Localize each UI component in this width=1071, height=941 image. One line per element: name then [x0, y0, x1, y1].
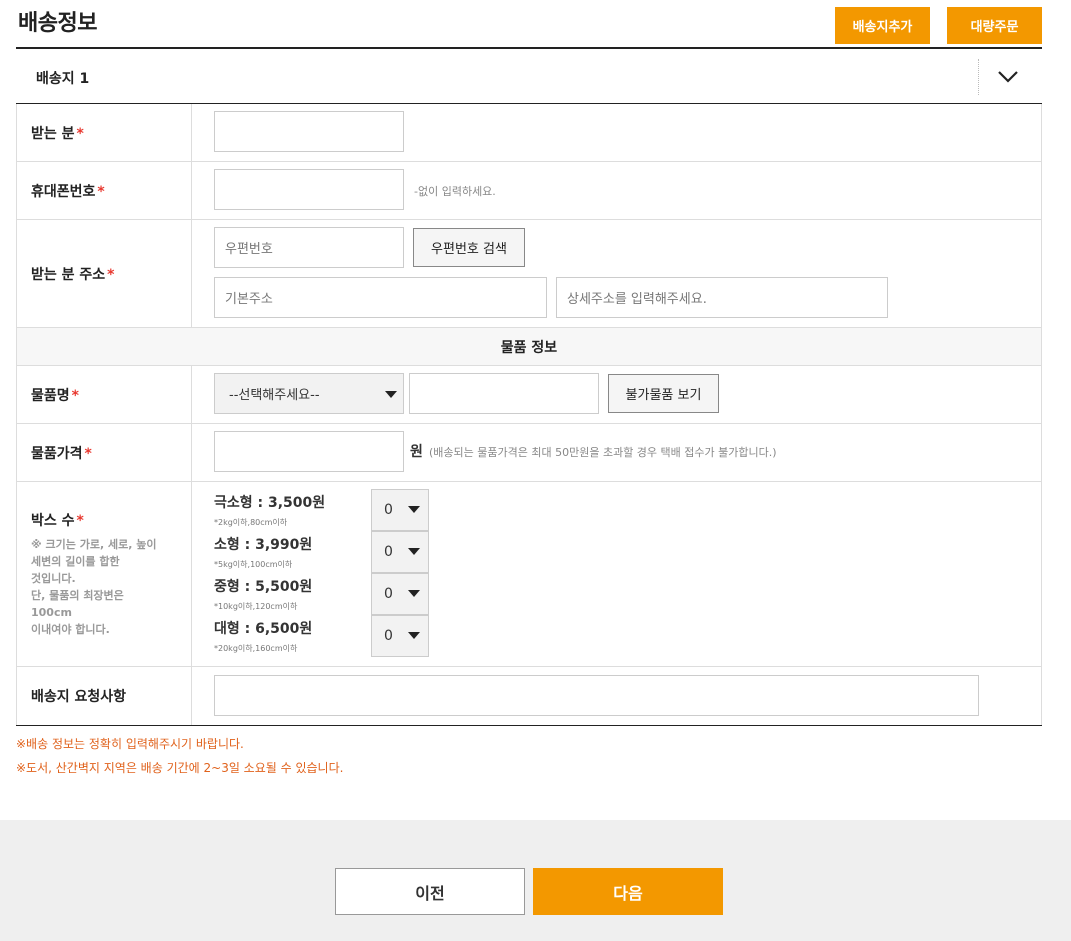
box-size-note: ※ 크기는 가로, 세로, 높이 세변의 길이를 합한 것입니다. 단, 물품의…: [31, 538, 157, 636]
required-mark: *: [76, 125, 84, 142]
base-address-input[interactable]: 기본주소: [214, 277, 547, 318]
box-option-spec: *2kg이하,80cm이하: [214, 518, 288, 527]
required-mark: *: [84, 445, 92, 462]
next-button[interactable]: 다음: [533, 868, 723, 915]
phone-hint: -없이 입력하세요.: [414, 185, 496, 198]
notice-text: ※배송 정보는 정확히 입력해주시기 바랍니다.: [16, 737, 244, 751]
item-name-row: 물품명 * --선택해주세요-- 불가물품 보기: [16, 366, 1042, 424]
dropdown-arrow-icon: [408, 548, 420, 555]
box-quantity-select[interactable]: 0: [371, 573, 429, 615]
request-input[interactable]: [214, 675, 979, 716]
dropdown-arrow-icon: [385, 391, 397, 398]
request-label: 배송지 요청사항: [16, 667, 192, 725]
item-price-input[interactable]: [214, 431, 404, 472]
item-name-label: 물품명 *: [16, 366, 192, 423]
delivery-form: 받는 분 * 휴대폰번호 * -없이 입력하세요. 받는 분 주소 * 우편번호 우편…: [16, 104, 1042, 726]
divider: [978, 59, 979, 95]
item-section-title: 물품 정보: [16, 328, 1042, 366]
prohibited-items-button[interactable]: 불가물품 보기: [608, 374, 719, 413]
box-quantity-select[interactable]: 0: [371, 615, 429, 657]
box-quantity-select[interactable]: 0: [371, 531, 429, 573]
box-count-row: 박스 수 * ※ 크기는 가로, 세로, 높이 세변의 길이를 합한 것입니다. …: [16, 482, 1042, 667]
address-section-bar: 배송지 1: [16, 49, 1042, 104]
box-quantity-select[interactable]: 0: [371, 489, 429, 531]
recipient-label: 받는 분 *: [16, 104, 192, 161]
phone-label: 휴대폰번호 *: [16, 162, 192, 219]
dropdown-arrow-icon: [408, 632, 420, 639]
box-option-title: 대형 : 6,500원: [214, 621, 313, 637]
item-name-input[interactable]: [409, 373, 599, 414]
item-category-select[interactable]: --선택해주세요--: [214, 373, 404, 414]
recipient-input[interactable]: [214, 111, 404, 152]
box-option-spec: *5kg이하,100cm이하: [214, 560, 293, 569]
box-option-title: 소형 : 3,990원: [214, 537, 313, 553]
zipcode-search-button[interactable]: 우편번호 검색: [413, 228, 525, 267]
address-section-label: 배송지 1: [36, 71, 90, 87]
bulk-order-button[interactable]: 대량주문: [947, 7, 1042, 44]
add-address-button[interactable]: 배송지추가: [835, 7, 930, 44]
box-option-spec: *20kg이하,160cm이하: [214, 644, 298, 653]
page-header: 배송정보 배송지추가 대량주문: [16, 0, 1042, 49]
page-title: 배송정보: [18, 11, 97, 36]
price-hint: (배송되는 물품가격은 최대 50만원을 초과할 경우 택배 접수가 불가합니다…: [429, 446, 777, 459]
address-row: 받는 분 주소 * 우편번호 우편번호 검색 기본주소 상세주소를 입력해주세요.: [16, 220, 1042, 328]
item-price-row: 물품가격 * 원 (배송되는 물품가격은 최대 50만원을 초과할 경우 택배 접…: [16, 424, 1042, 482]
box-option-title: 중형 : 5,500원: [214, 579, 313, 595]
zipcode-input[interactable]: 우편번호: [214, 227, 404, 268]
price-unit: 원: [410, 444, 423, 460]
dropdown-arrow-icon: [408, 590, 420, 597]
required-mark: *: [71, 387, 79, 404]
box-count-label: 박스 수 * ※ 크기는 가로, 세로, 높이 세변의 길이를 합한 것입니다. …: [16, 482, 192, 666]
notice-text: ※도서, 산간벽지 지역은 배송 기간에 2~3일 소요될 수 있습니다.: [16, 761, 344, 775]
request-row: 배송지 요청사항: [16, 667, 1042, 725]
address-label: 받는 분 주소 *: [16, 220, 192, 327]
phone-input[interactable]: [214, 169, 404, 210]
required-mark: *: [107, 266, 115, 283]
detail-address-input[interactable]: 상세주소를 입력해주세요.: [556, 277, 888, 318]
footer-bar: 이전 다음: [0, 820, 1071, 941]
dropdown-arrow-icon: [408, 506, 420, 513]
prev-button[interactable]: 이전: [335, 868, 525, 915]
recipient-row: 받는 분 *: [16, 104, 1042, 162]
box-option-title: 극소형 : 3,500원: [214, 495, 326, 511]
phone-row: 휴대폰번호 * -없이 입력하세요.: [16, 162, 1042, 220]
required-mark: *: [97, 183, 105, 200]
item-price-label: 물품가격 *: [16, 424, 192, 481]
chevron-down-icon[interactable]: [996, 65, 1020, 89]
box-option-spec: *10kg이하,120cm이하: [214, 602, 298, 611]
required-mark: *: [76, 513, 84, 529]
